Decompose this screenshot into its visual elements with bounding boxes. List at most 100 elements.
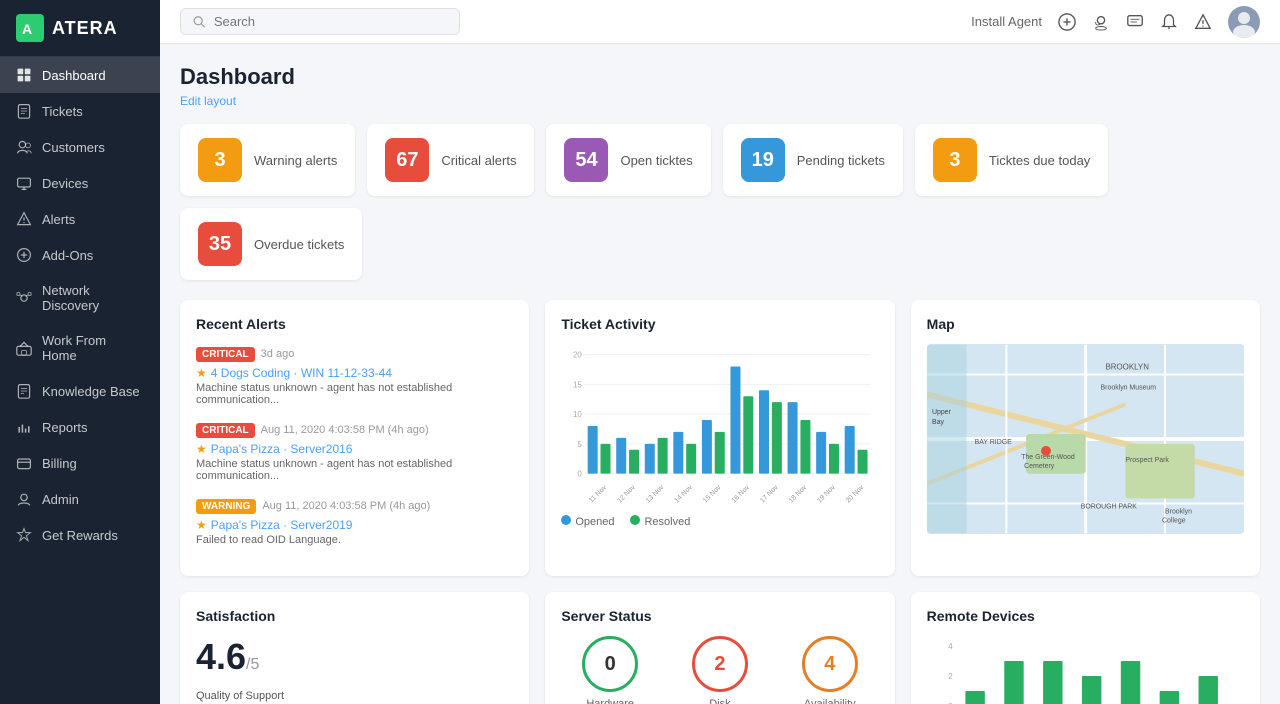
- svg-text:16 Nov: 16 Nov: [731, 484, 752, 504]
- server-item-hardware: 0 Hardware: [561, 636, 659, 704]
- sidebar-item-alerts[interactable]: Alerts: [0, 201, 160, 237]
- alert-msg-2: Failed to read OID Language.: [196, 534, 513, 546]
- admin-nav-icon: [16, 491, 32, 507]
- warning-icon[interactable]: [1194, 13, 1212, 31]
- wfh-nav-icon: [16, 340, 32, 356]
- summary-label-critical: Critical alerts: [441, 153, 516, 168]
- dashboard-nav-icon: [16, 67, 32, 83]
- summary-badge-warning: 3: [198, 138, 242, 182]
- search-icon: [193, 15, 206, 29]
- ticket-activity-title: Ticket Activity: [561, 316, 878, 332]
- sidebar: A ATERA Dashboard Tickets CustomersDevices…: [0, 0, 160, 704]
- install-agent-button[interactable]: Install Agent: [971, 14, 1042, 29]
- alert-device-1[interactable]: ★Papa's Pizza · Server2016: [196, 442, 513, 456]
- sidebar-item-billing[interactable]: Billing: [0, 445, 160, 481]
- sidebar-item-rewards[interactable]: Get Rewards: [0, 517, 160, 553]
- alert-device-0[interactable]: ★4 Dogs Coding · WIN 11-12-33-44: [196, 366, 513, 380]
- svg-text:0: 0: [578, 470, 583, 479]
- summary-label-pending: Pending tickets: [797, 153, 885, 168]
- svg-text:Prospect Park: Prospect Park: [1125, 457, 1169, 464]
- plus-icon[interactable]: [1058, 13, 1076, 31]
- remote-devices-title: Remote Devices: [927, 608, 1244, 624]
- svg-text:10: 10: [573, 410, 582, 419]
- sat-bar-label-0: Quality of Support: [196, 690, 513, 702]
- header: Install Agent: [160, 0, 1280, 44]
- map-card: Map: [911, 300, 1260, 576]
- satisfaction-max: /5: [246, 656, 259, 673]
- alert-item-2: WARNINGAug 11, 2020 4:03:58 PM (4h ago) …: [196, 496, 513, 546]
- sidebar-item-tickets[interactable]: Tickets: [0, 93, 160, 129]
- svg-text:18 Nov: 18 Nov: [788, 484, 809, 504]
- edit-layout-link[interactable]: Edit layout: [180, 94, 1260, 108]
- svg-text:11 Nov: 11 Nov: [588, 484, 609, 504]
- svg-text:Bay: Bay: [932, 419, 944, 426]
- svg-text:A: A: [22, 21, 32, 37]
- dashboard-grid: Recent Alerts CRITICAL3d ago ★4 Dogs Cod…: [180, 300, 1260, 704]
- svg-text:College: College: [1162, 517, 1186, 524]
- server-ring-2: 4: [802, 636, 858, 692]
- bell-icon[interactable]: [1160, 13, 1178, 31]
- svg-text:13 Nov: 13 Nov: [645, 484, 666, 504]
- sidebar-item-reports[interactable]: Reports: [0, 409, 160, 445]
- chat-icon[interactable]: [1126, 13, 1144, 31]
- svg-text:Upper: Upper: [932, 409, 952, 416]
- search-input[interactable]: [214, 14, 447, 29]
- alerts-list: CRITICAL3d ago ★4 Dogs Coding · WIN 11-1…: [196, 344, 513, 546]
- sidebar-item-addons[interactable]: Add-Ons: [0, 237, 160, 273]
- nav-label-network: Network Discovery: [42, 283, 144, 313]
- alert-device-2[interactable]: ★Papa's Pizza · Server2019: [196, 518, 513, 532]
- summary-card-warning: 3 Warning alerts: [180, 124, 355, 196]
- svg-text:Brooklyn Museum: Brooklyn Museum: [1100, 384, 1156, 391]
- alert-time-1: Aug 11, 2020 4:03:58 PM (4h ago): [261, 424, 429, 436]
- svg-text:BROOKLYN: BROOKLYN: [1105, 363, 1149, 372]
- svg-text:2: 2: [948, 672, 953, 681]
- nav-label-tickets: Tickets: [42, 104, 83, 119]
- svg-text:15 Nov: 15 Nov: [702, 484, 723, 504]
- sidebar-item-customers[interactable]: Customers: [0, 129, 160, 165]
- remote-chart: 42024MacPCServersHTTPTCPSNMPGeneric: [927, 636, 1244, 704]
- server-status-card: Server Status 0 Hardware 2 Disk 4 Availa…: [545, 592, 894, 704]
- satisfaction-card: Satisfaction 4.6/5 Quality of Support 4.…: [180, 592, 529, 704]
- map-title: Map: [927, 316, 1244, 332]
- svg-text:BAY RIDGE: BAY RIDGE: [974, 439, 1012, 446]
- server-item-disk: 2 Disk: [671, 636, 769, 704]
- nav-label-kb: Knowledge Base: [42, 384, 140, 399]
- alert-msg-1: Machine status unknown - agent has not e…: [196, 458, 513, 482]
- nav-label-wfh: Work From Home: [42, 333, 144, 363]
- logo-text: ATERA: [52, 18, 118, 39]
- svg-text:12 Nov: 12 Nov: [617, 484, 638, 504]
- nav-label-rewards: Get Rewards: [42, 528, 118, 543]
- sidebar-item-admin[interactable]: Admin: [0, 481, 160, 517]
- alert-time-0: 3d ago: [261, 348, 295, 360]
- remote-devices-card: Remote Devices 42024MacPCServersHTTPTCPS…: [911, 592, 1260, 704]
- svg-text:20 Nov: 20 Nov: [845, 484, 866, 504]
- search-box[interactable]: [180, 8, 460, 35]
- map-display: BROOKLYN Brooklyn Museum The Green-Wood …: [927, 344, 1244, 534]
- summary-card-critical: 67 Critical alerts: [367, 124, 534, 196]
- satisfaction-score: 4.6: [196, 636, 246, 677]
- summary-badge-due: 3: [933, 138, 977, 182]
- location-icon[interactable]: [1092, 13, 1110, 31]
- sidebar-item-network[interactable]: Network Discovery: [0, 273, 160, 323]
- logo-icon: A: [16, 14, 44, 42]
- sidebar-item-kb[interactable]: Knowledge Base: [0, 373, 160, 409]
- server-ring-1: 2: [692, 636, 748, 692]
- summary-badge-overdue: 35: [198, 222, 242, 266]
- customers-nav-icon: [16, 139, 32, 155]
- server-name-0: Hardware: [586, 698, 634, 704]
- main-content: Install Agent Dashboard Edit layout 3 Wa…: [160, 0, 1280, 704]
- nav-label-addons: Add-Ons: [42, 248, 93, 263]
- avatar[interactable]: [1228, 6, 1260, 38]
- summary-label-open: Open ticktes: [620, 153, 692, 168]
- sidebar-item-dashboard[interactable]: Dashboard: [0, 57, 160, 93]
- alert-item-1: CRITICALAug 11, 2020 4:03:58 PM (4h ago)…: [196, 420, 513, 482]
- nav-label-reports: Reports: [42, 420, 88, 435]
- svg-text:BOROUGH PARK: BOROUGH PARK: [1080, 503, 1137, 510]
- satisfaction-score-row: 4.6/5: [196, 636, 513, 678]
- satisfaction-bars: Quality of Support 4.6/5 Technician Know…: [196, 690, 513, 704]
- sidebar-item-devices[interactable]: Devices: [0, 165, 160, 201]
- alert-msg-0: Machine status unknown - agent has not e…: [196, 382, 513, 406]
- sat-bar-0: Quality of Support 4.6/5: [196, 690, 513, 704]
- sidebar-item-wfh[interactable]: Work From Home: [0, 323, 160, 373]
- ticket-chart: 2015105011 Nov12 Nov13 Nov14 Nov15 Nov16…: [561, 344, 878, 504]
